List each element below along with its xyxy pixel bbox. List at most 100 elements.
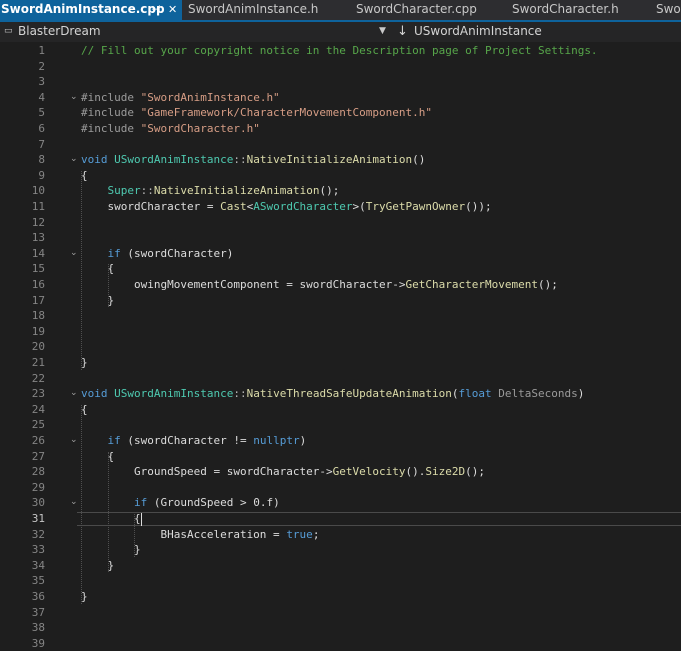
- code-token: swordCharacter =: [81, 200, 221, 213]
- project-dropdown[interactable]: BlasterDream: [18, 22, 101, 42]
- code-line[interactable]: 11 swordCharacter = Cast<ASwordCharacter…: [0, 199, 681, 215]
- scope-dropdown[interactable]: USwordAnimInstance: [414, 22, 542, 42]
- code-line[interactable]: 12: [0, 215, 681, 231]
- code-text: if (swordCharacter): [81, 246, 234, 262]
- code-token: void: [81, 153, 115, 167]
- line-number: 39: [31, 636, 45, 650]
- code-line[interactable]: 18: [0, 308, 681, 324]
- line-number: 26: [31, 434, 45, 447]
- code-line[interactable]: 2: [0, 59, 681, 75]
- fold-chevron-icon[interactable]: ⌄: [70, 246, 78, 262]
- scope-icon: ↓: [397, 24, 408, 39]
- code-line[interactable]: 36}: [0, 589, 681, 605]
- code-line[interactable]: 7: [0, 137, 681, 153]
- line-number: 37: [31, 605, 45, 619]
- code-editor[interactable]: 1 // Fill out your copyright notice in th…: [0, 42, 681, 650]
- code-line[interactable]: 19: [0, 324, 681, 340]
- code-line[interactable]: 27 {: [0, 449, 681, 465]
- code-text: {: [81, 511, 141, 527]
- fold-chevron-icon[interactable]: ⌄: [70, 433, 78, 449]
- code-line[interactable]: 3: [0, 74, 681, 90]
- current-line-highlight: [77, 512, 681, 526]
- code-line[interactable]: 22: [0, 371, 681, 387]
- line-number: 8: [38, 153, 45, 167]
- code-line[interactable]: 13: [0, 230, 681, 246]
- code-line[interactable]: 28 GroundSpeed = swordCharacter->GetVelo…: [0, 464, 681, 480]
- tab-label: SwordAnimInstance.h: [188, 2, 319, 16]
- line-number: 20: [31, 340, 45, 354]
- tab-overflow[interactable]: Swo: [656, 0, 681, 20]
- code-token: }: [81, 543, 141, 557]
- code-line[interactable]: 38: [0, 620, 681, 636]
- tab-swordaniminstance-h[interactable]: SwordAnimInstance.h: [188, 0, 318, 20]
- tab-label: SwordCharacter.cpp: [356, 2, 477, 16]
- code-line[interactable]: 4 ⌄ #include "SwordAnimInstance.h": [0, 90, 681, 106]
- fold-chevron-icon[interactable]: ⌄: [70, 386, 78, 402]
- line-number: 5: [38, 106, 45, 120]
- code-line[interactable]: 1 // Fill out your copyright notice in th…: [0, 43, 681, 59]
- line-number: 35: [31, 574, 45, 588]
- fold-chevron-icon[interactable]: ⌄: [70, 90, 78, 106]
- indent-guide: [108, 264, 109, 308]
- code-text: swordCharacter = Cast<ASwordCharacter>(T…: [81, 199, 492, 215]
- code-line[interactable]: 23 ⌄ void USwordAnimInstance::NativeThread…: [0, 386, 681, 402]
- chevron-down-icon[interactable]: ▼: [379, 22, 386, 42]
- line-number: 21: [31, 356, 45, 369]
- code-text: void USwordAnimInstance::NativeInitializ…: [81, 152, 425, 168]
- line-number: 19: [31, 324, 45, 338]
- tab-swordcharacter-h[interactable]: SwordCharacter.h: [512, 0, 619, 20]
- code-token: (GroundSpeed > 0.f): [147, 496, 280, 510]
- code-line[interactable]: 20: [0, 339, 681, 355]
- code-text: // Fill out your copyright notice in the…: [81, 43, 598, 59]
- code-line[interactable]: 35: [0, 573, 681, 589]
- code-text: void USwordAnimInstance::NativeThreadSaf…: [81, 386, 584, 402]
- line-number: 25: [31, 418, 45, 432]
- code-text: if (swordCharacter != nullptr): [81, 433, 307, 449]
- code-line[interactable]: 8 ⌄ void USwordAnimInstance::NativeInitial…: [0, 152, 681, 168]
- code-token: (swordCharacter): [120, 246, 234, 260]
- code-line[interactable]: 24{: [0, 402, 681, 418]
- line-number: 27: [31, 449, 45, 463]
- code-text: #include "GameFramework/CharacterMovemen…: [81, 105, 432, 121]
- code-line[interactable]: 26 ⌄ if (swordCharacter != nullptr): [0, 433, 681, 449]
- code-line[interactable]: 34 }: [0, 558, 681, 574]
- project-icon: ▭: [4, 26, 13, 36]
- code-line[interactable]: 9{: [0, 168, 681, 184]
- line-number: 28: [31, 465, 45, 479]
- code-token: NativeInitializeAnimation: [153, 184, 320, 198]
- code-line[interactable]: 37: [0, 605, 681, 621]
- line-number: 22: [31, 371, 45, 385]
- code-line[interactable]: 17 }: [0, 293, 681, 309]
- fold-chevron-icon[interactable]: ⌄: [70, 495, 78, 511]
- code-token: (): [412, 153, 426, 167]
- code-line[interactable]: 39: [0, 636, 681, 651]
- code-line[interactable]: 33 }: [0, 542, 681, 558]
- code-line[interactable]: 16 owingMovementComponent = swordCharact…: [0, 277, 681, 293]
- code-line[interactable]: 14 ⌄ if (swordCharacter): [0, 246, 681, 262]
- fold-chevron-icon[interactable]: ⌄: [70, 152, 78, 168]
- code-token: USwordAnimInstance: [114, 153, 234, 167]
- code-token: {: [81, 512, 141, 525]
- tab-swordaniminstance-cpp[interactable]: SwordAnimInstance.cpp ⊣ ✕: [0, 0, 182, 20]
- code-line[interactable]: 15 {: [0, 261, 681, 277]
- code-line[interactable]: 30 ⌄ if (GroundSpeed > 0.f): [0, 495, 681, 511]
- code-line[interactable]: 21}: [0, 355, 681, 371]
- line-number: 10: [31, 184, 45, 198]
- tab-swordcharacter-cpp[interactable]: SwordCharacter.cpp: [356, 0, 477, 20]
- code-token: ();: [537, 278, 558, 291]
- close-icon[interactable]: ✕: [168, 0, 177, 19]
- code-text: #include "SwordCharacter.h": [81, 121, 260, 137]
- code-token: ());: [465, 200, 492, 213]
- code-token: ();: [465, 465, 486, 479]
- code-line[interactable]: 6 #include "SwordCharacter.h": [0, 121, 681, 137]
- code-line[interactable]: 32 BHasAcceleration = true;: [0, 527, 681, 543]
- code-line[interactable]: 25: [0, 417, 681, 433]
- code-line[interactable]: 10 Super::NativeInitializeAnimation();: [0, 183, 681, 199]
- code-line[interactable]: 29: [0, 480, 681, 496]
- code-line[interactable]: 5 #include "GameFramework/CharacterMoveme…: [0, 105, 681, 121]
- line-number: 17: [31, 293, 45, 307]
- pin-icon[interactable]: ⊣: [151, 0, 161, 19]
- code-line[interactable]: 31 {: [0, 511, 681, 527]
